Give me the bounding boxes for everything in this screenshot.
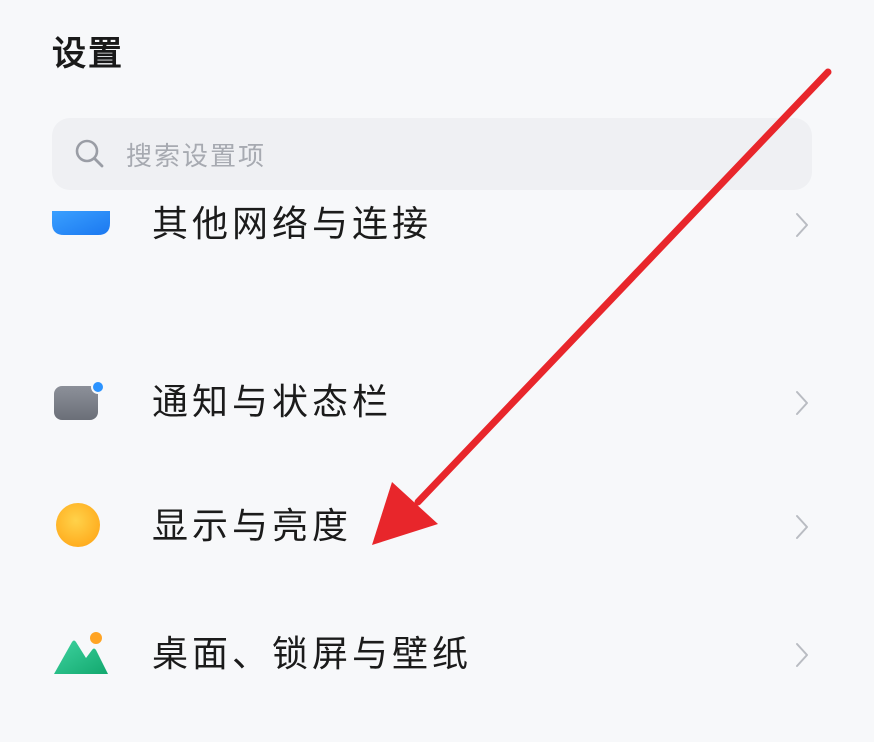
settings-item-label: 通知与状态栏 [152,382,393,423]
settings-screen: 设置 搜索设置项 其他网络与连接 通知与状态栏 显示与亮度 桌面、锁屏与壁纸 [0,0,874,742]
settings-item-notification-statusbar[interactable]: 通知与状态栏 [0,358,874,448]
settings-item-desktop-lock-wallpaper[interactable]: 桌面、锁屏与壁纸 [0,610,874,700]
chevron-right-icon [796,213,808,237]
page-title: 设置 [52,34,124,74]
settings-item-label: 桌面、锁屏与壁纸 [152,634,473,675]
display-brightness-icon [52,499,104,555]
chevron-right-icon [796,515,808,539]
network-connection-icon [52,197,110,241]
search-icon [72,136,108,172]
chevron-right-icon [796,391,808,415]
wallpaper-icon [52,628,110,682]
settings-item-label: 其他网络与连接 [152,204,433,245]
settings-item-display-brightness[interactable]: 显示与亮度 [0,482,874,572]
settings-item-other-network[interactable]: 其他网络与连接 [0,180,874,270]
search-placeholder: 搜索设置项 [126,141,267,172]
chevron-right-icon [796,643,808,667]
notification-statusbar-icon [52,378,108,428]
settings-item-label: 显示与亮度 [152,506,353,547]
